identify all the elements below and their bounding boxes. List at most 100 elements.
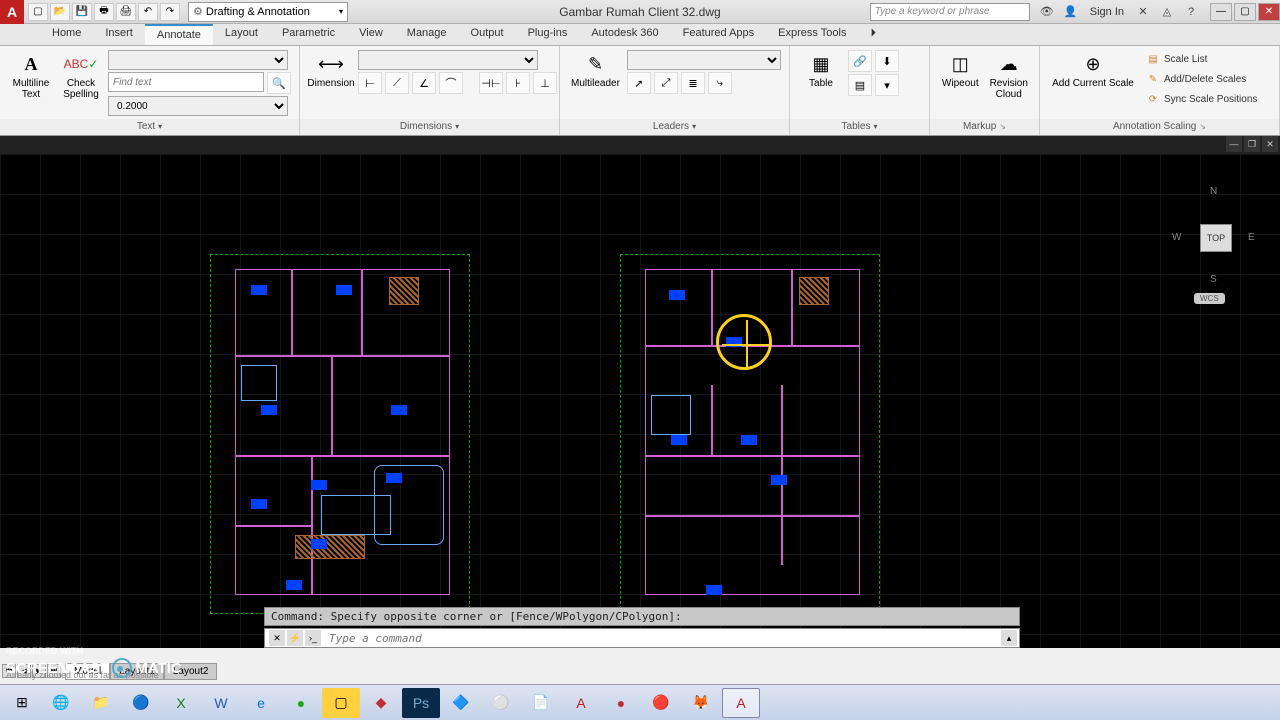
taskbar-explorer-icon[interactable]: 📁 xyxy=(82,688,120,718)
dim-ordinate-icon[interactable]: ⊥ xyxy=(533,72,557,94)
dim-baseline-icon[interactable]: ⊦ xyxy=(506,72,530,94)
qat-open-icon[interactable]: 📂 xyxy=(50,3,70,21)
find-text-input[interactable] xyxy=(108,72,264,92)
wipeout-button[interactable]: ◫ Wipeout xyxy=(938,50,983,91)
tab-view[interactable]: View xyxy=(347,24,395,45)
taskbar-app3-icon[interactable]: ◆ xyxy=(362,688,400,718)
stayconnected-icon[interactable]: ◬ xyxy=(1158,3,1176,21)
leader-align-icon[interactable]: ≣ xyxy=(681,72,705,94)
leader-remove-icon[interactable]: ⤢ xyxy=(654,72,678,94)
taskbar-ie-icon[interactable]: 🌐 xyxy=(42,688,80,718)
taskbar-sticky-icon[interactable]: ▢ xyxy=(322,688,360,718)
qat-save-icon[interactable]: 💾 xyxy=(72,3,92,21)
tab-featuredapps[interactable]: Featured Apps xyxy=(671,24,767,45)
drawing-close-button[interactable]: ✕ xyxy=(1262,136,1278,152)
table-button[interactable]: ▦ Table xyxy=(798,50,844,91)
help-icon[interactable]: ? xyxy=(1182,3,1200,21)
dim-linear-icon[interactable]: ⊢ xyxy=(358,72,382,94)
find-icon[interactable]: 🔍 xyxy=(267,72,291,94)
multileader-button[interactable]: ✎ Multileader xyxy=(568,50,623,91)
taskbar-word-icon[interactable]: W xyxy=(202,688,240,718)
table-style-icon[interactable]: ▾ xyxy=(875,74,899,96)
taskbar-acad-icon[interactable]: A xyxy=(562,688,600,718)
taskbar-edge-icon[interactable]: e xyxy=(242,688,280,718)
dim-style-select[interactable] xyxy=(358,50,538,70)
command-input[interactable] xyxy=(325,632,1001,645)
close-button[interactable]: ✕ xyxy=(1258,3,1280,21)
viewcube[interactable]: N E S W TOP WCS xyxy=(1170,184,1260,294)
viewcube-n[interactable]: N xyxy=(1210,186,1217,197)
cmd-prompt-icon[interactable]: ›_ xyxy=(305,630,321,646)
workspace-selector[interactable]: ⚙ Drafting & Annotation ▾ xyxy=(188,2,348,22)
qat-plot-icon[interactable]: 🖨 xyxy=(116,3,136,21)
panel-anno-title[interactable]: Annotation Scaling xyxy=(1040,119,1279,135)
ribbon-options-icon[interactable]: ⏵ xyxy=(858,24,888,45)
viewcube-w[interactable]: W xyxy=(1172,232,1181,243)
link-data-icon[interactable]: 🔗 xyxy=(848,50,872,72)
tab-autodesk360[interactable]: Autodesk 360 xyxy=(579,24,670,45)
qat-undo-icon[interactable]: ↶ xyxy=(138,3,158,21)
viewcube-s[interactable]: S xyxy=(1210,274,1217,285)
leader-style-select[interactable] xyxy=(627,50,781,70)
taskbar-app7-icon[interactable]: ● xyxy=(602,688,640,718)
taskbar-excel-icon[interactable]: X xyxy=(162,688,200,718)
taskbar-app5-icon[interactable]: ⚪ xyxy=(482,688,520,718)
qat-new-icon[interactable]: ▢ xyxy=(28,3,48,21)
revision-cloud-button[interactable]: ☁ Revision Cloud xyxy=(987,50,1032,102)
dim-angular-icon[interactable]: ∠ xyxy=(412,72,436,94)
add-delete-scales-button[interactable]: ✎Add/Delete Scales xyxy=(1142,70,1261,88)
check-spelling-button[interactable]: ABC✓ Check Spelling xyxy=(58,50,104,102)
text-style-select[interactable] xyxy=(108,50,288,70)
panel-tables-title[interactable]: Tables xyxy=(790,119,929,135)
dim-arc-icon[interactable]: ⌒ xyxy=(439,72,463,94)
taskbar-app2-icon[interactable]: ● xyxy=(282,688,320,718)
drawing-min-button[interactable]: — xyxy=(1226,136,1242,152)
signin-icon[interactable]: 👤 xyxy=(1062,3,1080,21)
viewcube-e[interactable]: E xyxy=(1248,232,1255,243)
panel-leaders-title[interactable]: Leaders xyxy=(560,119,789,135)
taskbar-chrome-icon[interactable]: 🔴 xyxy=(642,688,680,718)
model-canvas[interactable]: N E S W TOP WCS Command: Specify opposit… xyxy=(0,154,1280,648)
download-icon[interactable]: ⬇ xyxy=(875,50,899,72)
text-height-select[interactable]: 0.2000 xyxy=(108,96,288,116)
multiline-text-button[interactable]: A Multiline Text xyxy=(8,50,54,102)
search-input[interactable]: Type a keyword or phrase xyxy=(870,3,1030,21)
tab-annotate[interactable]: Annotate xyxy=(145,24,213,45)
tab-expresstools[interactable]: Express Tools xyxy=(766,24,858,45)
dim-continue-icon[interactable]: ⊣⊢ xyxy=(479,72,503,94)
sync-scale-positions-button[interactable]: ⟳Sync Scale Positions xyxy=(1142,90,1261,108)
taskbar-app4-icon[interactable]: 🔷 xyxy=(442,688,480,718)
tab-parametric[interactable]: Parametric xyxy=(270,24,347,45)
tab-home[interactable]: Home xyxy=(40,24,93,45)
add-current-scale-button[interactable]: ⊕ Add Current Scale xyxy=(1048,50,1138,91)
app-logo[interactable]: A xyxy=(0,0,24,24)
viewcube-top[interactable]: TOP xyxy=(1200,224,1232,252)
maximize-button[interactable]: ▢ xyxy=(1234,3,1256,21)
panel-text-title[interactable]: Text xyxy=(0,119,299,135)
leader-collect-icon[interactable]: ⤷ xyxy=(708,72,732,94)
wcs-badge[interactable]: WCS xyxy=(1194,293,1225,304)
qat-saveas-icon[interactable]: 🖶 xyxy=(94,3,114,21)
tab-layout[interactable]: Layout xyxy=(213,24,270,45)
tab-plugins[interactable]: Plug-ins xyxy=(516,24,580,45)
taskbar-acad-active-icon[interactable]: A xyxy=(722,688,760,718)
taskbar-firefox-icon[interactable]: 🦊 xyxy=(682,688,720,718)
tab-insert[interactable]: Insert xyxy=(93,24,145,45)
taskbar-ps-icon[interactable]: Ps xyxy=(402,688,440,718)
cmd-recent-icon[interactable]: ⚡ xyxy=(287,630,303,646)
cmd-expand-icon[interactable]: ▴ xyxy=(1001,630,1017,646)
minimize-button[interactable]: — xyxy=(1210,3,1232,21)
drawing-restore-button[interactable]: ❐ xyxy=(1244,136,1260,152)
tab-output[interactable]: Output xyxy=(459,24,516,45)
qat-redo-icon[interactable]: ↷ xyxy=(160,3,180,21)
infocenter-icon[interactable]: 👁 xyxy=(1038,3,1056,21)
dim-aligned-icon[interactable]: ⟋ xyxy=(385,72,409,94)
dimension-button[interactable]: ⟷ Dimension xyxy=(308,50,354,91)
scale-list-button[interactable]: ▤Scale List xyxy=(1142,50,1261,68)
exchange-icon[interactable]: ✕ xyxy=(1134,3,1152,21)
panel-dimensions-title[interactable]: Dimensions xyxy=(300,119,559,135)
leader-add-icon[interactable]: ➚ xyxy=(627,72,651,94)
taskbar-app6-icon[interactable]: 📄 xyxy=(522,688,560,718)
start-button[interactable]: ⊞ xyxy=(4,688,40,718)
taskbar-app1-icon[interactable]: 🔵 xyxy=(122,688,160,718)
